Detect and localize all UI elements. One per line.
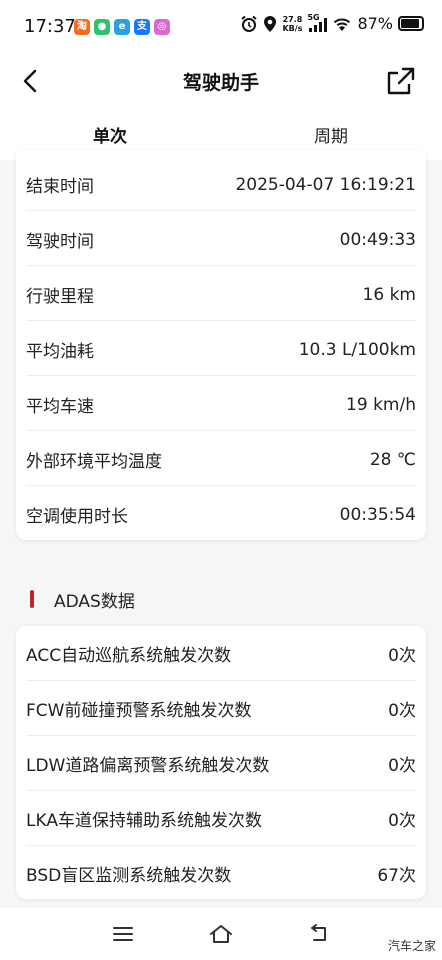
detail-label: 行驶里程 <box>26 287 94 307</box>
gallery-icon: ◎ <box>154 19 170 35</box>
alipay-icon: 支 <box>134 19 150 35</box>
share-button[interactable] <box>384 64 418 98</box>
adas-section-header: ADAS数据 <box>30 586 135 612</box>
divider <box>26 210 416 211</box>
net-speed: 27.8 KB/s <box>282 15 302 33</box>
adas-label: LKA车道保持辅助系统触发次数 <box>26 811 262 831</box>
adas-label: LDW道路偏离预警系统触发次数 <box>26 756 270 776</box>
detail-label: 空调使用时长 <box>26 507 128 527</box>
detail-row-speed: 平均车速 19 km/h <box>26 377 416 432</box>
detail-label: 平均油耗 <box>26 342 94 362</box>
detail-row-drive-time: 驾驶时间 00:49:33 <box>26 212 416 267</box>
detail-row-ac-time: 空调使用时长 00:35:54 <box>26 487 416 542</box>
system-nav-bar: 汽车之家 <box>0 908 442 960</box>
divider <box>26 265 416 266</box>
net-speed-value: 27.8 <box>282 14 303 24</box>
detail-label: 外部环境平均温度 <box>26 452 162 472</box>
app-header: 驾驶助手 <box>0 56 442 108</box>
notification-icons: 淘 ● e 支 ◎ <box>74 19 170 35</box>
adas-value: 0次 <box>388 811 416 831</box>
detail-value: 2025-04-07 16:19:21 <box>235 174 416 195</box>
tab-period[interactable]: 周期 <box>314 122 348 147</box>
detail-label: 平均车速 <box>26 397 94 417</box>
status-bar: 17:37 淘 ● e 支 ◎ 27.8 KB/s 5G 87% <box>0 0 442 56</box>
adas-row-bsd: BSD盲区监测系统触发次数 67次 <box>26 846 416 901</box>
detail-row-end-time: 结束时间 2025-04-07 16:19:21 <box>26 157 416 212</box>
net-speed-unit: KB/s <box>282 23 303 33</box>
detail-value: 16 km <box>362 284 416 305</box>
adas-value: 0次 <box>388 756 416 776</box>
detail-row-mileage: 行驶里程 16 km <box>26 267 416 322</box>
adas-label: FCW前碰撞预警系统触发次数 <box>26 701 252 721</box>
adas-card: ACC自动巡航系统触发次数 0次 FCW前碰撞预警系统触发次数 0次 LDW道路… <box>16 626 426 899</box>
detail-value: 00:35:54 <box>339 504 416 525</box>
nav-menu-button[interactable] <box>109 921 137 947</box>
adas-row-acc: ACC自动巡航系统触发次数 0次 <box>26 626 416 681</box>
section-marker <box>30 590 34 608</box>
divider <box>26 430 416 431</box>
tab-single[interactable]: 单次 <box>93 122 127 147</box>
detail-label: 结束时间 <box>26 177 94 197</box>
adas-row-lka: LKA车道保持辅助系统触发次数 0次 <box>26 791 416 846</box>
adas-value: 67次 <box>377 866 416 886</box>
detail-value: 19 km/h <box>346 394 416 415</box>
divider <box>26 320 416 321</box>
adas-value: 0次 <box>388 646 416 666</box>
detail-value: 10.3 L/100km <box>298 339 416 360</box>
trip-details-card: 结束时间 2025-04-07 16:19:21 驾驶时间 00:49:33 行… <box>16 150 426 540</box>
system-icons: 27.8 KB/s 5G 87% <box>240 13 424 33</box>
detail-label: 驾驶时间 <box>26 232 94 252</box>
detail-value: 00:49:33 <box>339 229 416 250</box>
nav-back-button[interactable] <box>305 921 333 947</box>
share-icon <box>387 67 415 95</box>
location-icon <box>263 15 277 33</box>
adas-value: 0次 <box>388 701 416 721</box>
adas-label: ACC自动巡航系统触发次数 <box>26 646 232 666</box>
battery-percent: 87% <box>357 14 393 33</box>
nav-home-button[interactable] <box>207 921 235 947</box>
browser-icon: e <box>114 19 130 35</box>
back-arrow-icon <box>311 924 326 941</box>
divider <box>26 375 416 376</box>
taobao-icon: 淘 <box>74 19 90 35</box>
alarm-icon <box>240 15 258 33</box>
signal-icon: 5G <box>307 13 328 33</box>
adas-row-ldw: LDW道路偏离预警系统触发次数 0次 <box>26 736 416 791</box>
detail-row-fuel: 平均油耗 10.3 L/100km <box>26 322 416 377</box>
home-icon <box>210 925 232 943</box>
status-time: 17:37 <box>24 16 76 37</box>
adas-row-fcw: FCW前碰撞预警系统触发次数 0次 <box>26 681 416 736</box>
battery-icon <box>398 16 424 31</box>
watermark: 汽车之家 <box>387 939 436 953</box>
menu-icon <box>113 927 133 941</box>
detail-value: 28 ℃ <box>369 449 416 470</box>
section-title: ADAS数据 <box>54 591 135 612</box>
wifi-icon <box>332 16 352 32</box>
page-title: 驾驶助手 <box>182 72 259 94</box>
divider <box>26 485 416 486</box>
adas-label: BSD盲区监测系统触发次数 <box>26 866 232 886</box>
wechat-icon: ● <box>94 19 110 35</box>
detail-row-temperature: 外部环境平均温度 28 ℃ <box>26 432 416 487</box>
